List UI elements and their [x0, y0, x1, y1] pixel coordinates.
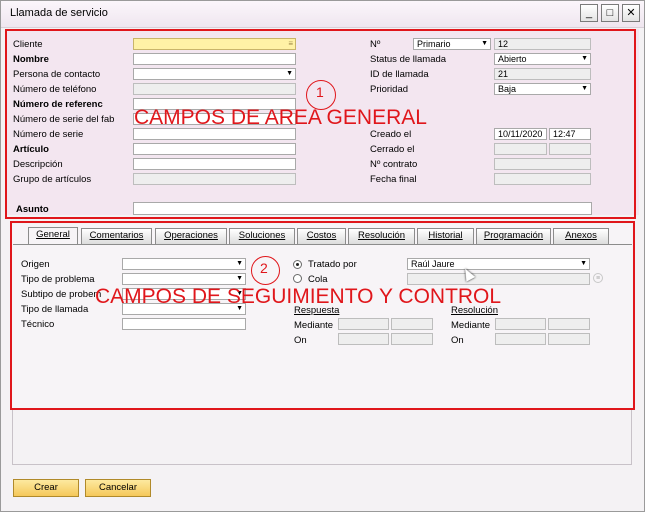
close-button[interactable]: ✕ [622, 4, 640, 22]
window-title: Llamada de servicio [10, 7, 108, 19]
annotation-one-number: 1 [316, 84, 324, 100]
create-button[interactable]: Crear [13, 479, 79, 497]
annotation-two-text: CAMPOS DE SEGUIMIENTO Y CONTROL [95, 285, 502, 308]
panel-bottom-area [12, 410, 632, 465]
annotation-one-text: CAMPOS DE AREA GENERAL [134, 106, 427, 129]
tracking-area-highlight [10, 221, 635, 410]
annotation-two-number: 2 [260, 260, 268, 276]
minimize-button[interactable]: _ [580, 4, 598, 22]
maximize-button[interactable]: □ [601, 4, 619, 22]
cancel-button[interactable]: Cancelar [85, 479, 151, 497]
